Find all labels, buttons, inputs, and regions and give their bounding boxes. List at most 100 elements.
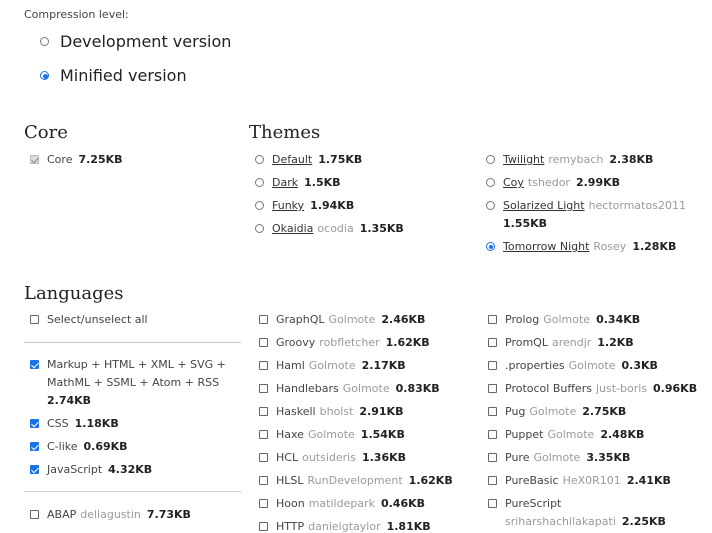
theme-okaidia-link[interactable]: Okaidia [272,222,313,235]
lang-hcl[interactable]: HCL outsideris 1.36KB [259,449,484,467]
lang-graphql-owner[interactable]: Golmote [329,313,376,326]
lang-abap[interactable]: ABAP dellagustin 7.73KB [30,506,245,524]
lang-handlebars[interactable]: Handlebars Golmote 0.83KB [259,380,484,398]
theme-default-radio[interactable] [255,155,264,164]
lang-hcl-owner[interactable]: outsideris [302,451,356,464]
radio-development-label[interactable]: Development version [60,32,231,51]
lang-graphql-checkbox[interactable] [259,315,268,324]
lang-purebasic-owner[interactable]: HeX0R101 [563,474,621,487]
lang-haxe-owner[interactable]: Golmote [308,428,355,441]
lang-haskell-owner[interactable]: bholst [320,405,354,418]
theme-coy-radio[interactable] [486,178,495,187]
lang-markup[interactable]: Markup + HTML + XML + SVG + MathML + SSML… [30,356,245,410]
lang-hlsl-owner[interactable]: RunDevelopment [308,474,403,487]
lang-purescript[interactable]: PureScript sriharshachilakapati 2.25KB [488,495,708,531]
radio-minified-label[interactable]: Minified version [60,66,187,85]
lang-protocol-buffers[interactable]: Protocol Buffers just-boris 0.96KB [488,380,708,398]
theme-twilight-radio[interactable] [486,155,495,164]
lang-pug-owner[interactable]: Golmote [529,405,576,418]
lang-http-checkbox[interactable] [259,522,268,531]
lang-properties-owner[interactable]: Golmote [569,359,616,372]
lang-pug-checkbox[interactable] [488,407,497,416]
lang-puppet-checkbox[interactable] [488,430,497,439]
lang-hlsl-checkbox[interactable] [259,476,268,485]
lang-hoon[interactable]: Hoon matildepark 0.46KB [259,495,484,513]
lang-pure[interactable]: Pure Golmote 3.35KB [488,449,708,467]
lang-haskell-checkbox[interactable] [259,407,268,416]
theme-funky-radio[interactable] [255,201,264,210]
lang-clike[interactable]: C-like 0.69KB [30,438,245,456]
lang-promql-checkbox[interactable] [488,338,497,347]
lang-purescript-owner[interactable]: sriharshachilakapati [505,515,616,528]
lang-clike-checkbox[interactable] [30,442,39,451]
lang-purescript-checkbox[interactable] [488,499,497,508]
theme-solarized-light[interactable]: Solarized Light hectormatos2011 1.55KB [486,197,706,233]
lang-abap-owner[interactable]: dellagustin [80,508,141,521]
lang-properties[interactable]: .properties Golmote 0.3KB [488,357,708,375]
theme-funky-link[interactable]: Funky [272,199,304,212]
lang-protocol-buffers-checkbox[interactable] [488,384,497,393]
theme-twilight[interactable]: Twilight remybach 2.38KB [486,151,706,169]
lang-css[interactable]: CSS 1.18KB [30,415,245,433]
lang-prolog[interactable]: Prolog Golmote 0.34KB [488,311,708,329]
select-all-label[interactable]: Select/unselect all [47,311,148,329]
theme-okaidia[interactable]: Okaidia ocodia 1.35KB [255,220,475,238]
radio-development-control[interactable] [40,37,49,46]
theme-tomorrow-night-radio[interactable] [486,242,495,251]
theme-default-link[interactable]: Default [272,153,312,166]
theme-dark[interactable]: Dark 1.5KB [255,174,475,192]
lang-haml-owner[interactable]: Golmote [309,359,356,372]
theme-coy[interactable]: Coy tshedor 2.99KB [486,174,706,192]
lang-haml[interactable]: Haml Golmote 2.17KB [259,357,484,375]
theme-default[interactable]: Default 1.75KB [255,151,475,169]
lang-puppet[interactable]: Puppet Golmote 2.48KB [488,426,708,444]
lang-graphql[interactable]: GraphQL Golmote 2.46KB [259,311,484,329]
theme-okaidia-radio[interactable] [255,224,264,233]
theme-dark-radio[interactable] [255,178,264,187]
lang-javascript-checkbox[interactable] [30,465,39,474]
theme-coy-owner[interactable]: tshedor [528,176,570,189]
lang-properties-checkbox[interactable] [488,361,497,370]
lang-groovy-owner[interactable]: robfletcher [319,336,379,349]
select-all-checkbox[interactable] [30,315,39,324]
theme-tomorrow-night[interactable]: Tomorrow Night Rosey 1.28KB [486,238,706,256]
lang-http-owner[interactable]: danielgtaylor [308,520,380,533]
lang-haskell[interactable]: Haskell bholst 2.91KB [259,403,484,421]
lang-hoon-owner[interactable]: matildepark [309,497,375,510]
theme-tomorrow-night-link[interactable]: Tomorrow Night [503,240,589,253]
lang-purebasic-checkbox[interactable] [488,476,497,485]
lang-hlsl[interactable]: HLSL RunDevelopment 1.62KB [259,472,484,490]
lang-pure-owner[interactable]: Golmote [533,451,580,464]
lang-handlebars-owner[interactable]: Golmote [343,382,390,395]
lang-protocol-buffers-owner[interactable]: just-boris [596,382,647,395]
lang-abap-checkbox[interactable] [30,510,39,519]
lang-groovy-checkbox[interactable] [259,338,268,347]
theme-dark-link[interactable]: Dark [272,176,298,189]
lang-groovy[interactable]: Groovy robfletcher 1.62KB [259,334,484,352]
lang-prolog-checkbox[interactable] [488,315,497,324]
lang-haxe[interactable]: Haxe Golmote 1.54KB [259,426,484,444]
theme-solarized-light-owner[interactable]: hectormatos2011 [589,199,686,212]
lang-puppet-owner[interactable]: Golmote [547,428,594,441]
theme-tomorrow-night-owner[interactable]: Rosey [593,240,626,253]
lang-handlebars-checkbox[interactable] [259,384,268,393]
lang-markup-checkbox[interactable] [30,360,39,369]
theme-coy-link[interactable]: Coy [503,176,524,189]
theme-solarized-light-link[interactable]: Solarized Light [503,199,585,212]
lang-css-checkbox[interactable] [30,419,39,428]
theme-okaidia-owner[interactable]: ocodia [317,222,353,235]
lang-javascript[interactable]: JavaScript 4.32KB [30,461,245,479]
lang-haxe-checkbox[interactable] [259,430,268,439]
radio-minified-control[interactable] [40,71,49,80]
theme-solarized-light-radio[interactable] [486,201,495,210]
theme-funky[interactable]: Funky 1.94KB [255,197,475,215]
radio-minified[interactable]: Minified version [40,66,187,85]
lang-hcl-checkbox[interactable] [259,453,268,462]
select-all[interactable]: Select/unselect all [30,311,245,329]
lang-pug[interactable]: Pug Golmote 2.75KB [488,403,708,421]
lang-http[interactable]: HTTP danielgtaylor 1.81KB [259,518,484,533]
lang-hoon-checkbox[interactable] [259,499,268,508]
lang-purebasic[interactable]: PureBasic HeX0R101 2.41KB [488,472,708,490]
lang-prolog-owner[interactable]: Golmote [543,313,590,326]
lang-haml-checkbox[interactable] [259,361,268,370]
